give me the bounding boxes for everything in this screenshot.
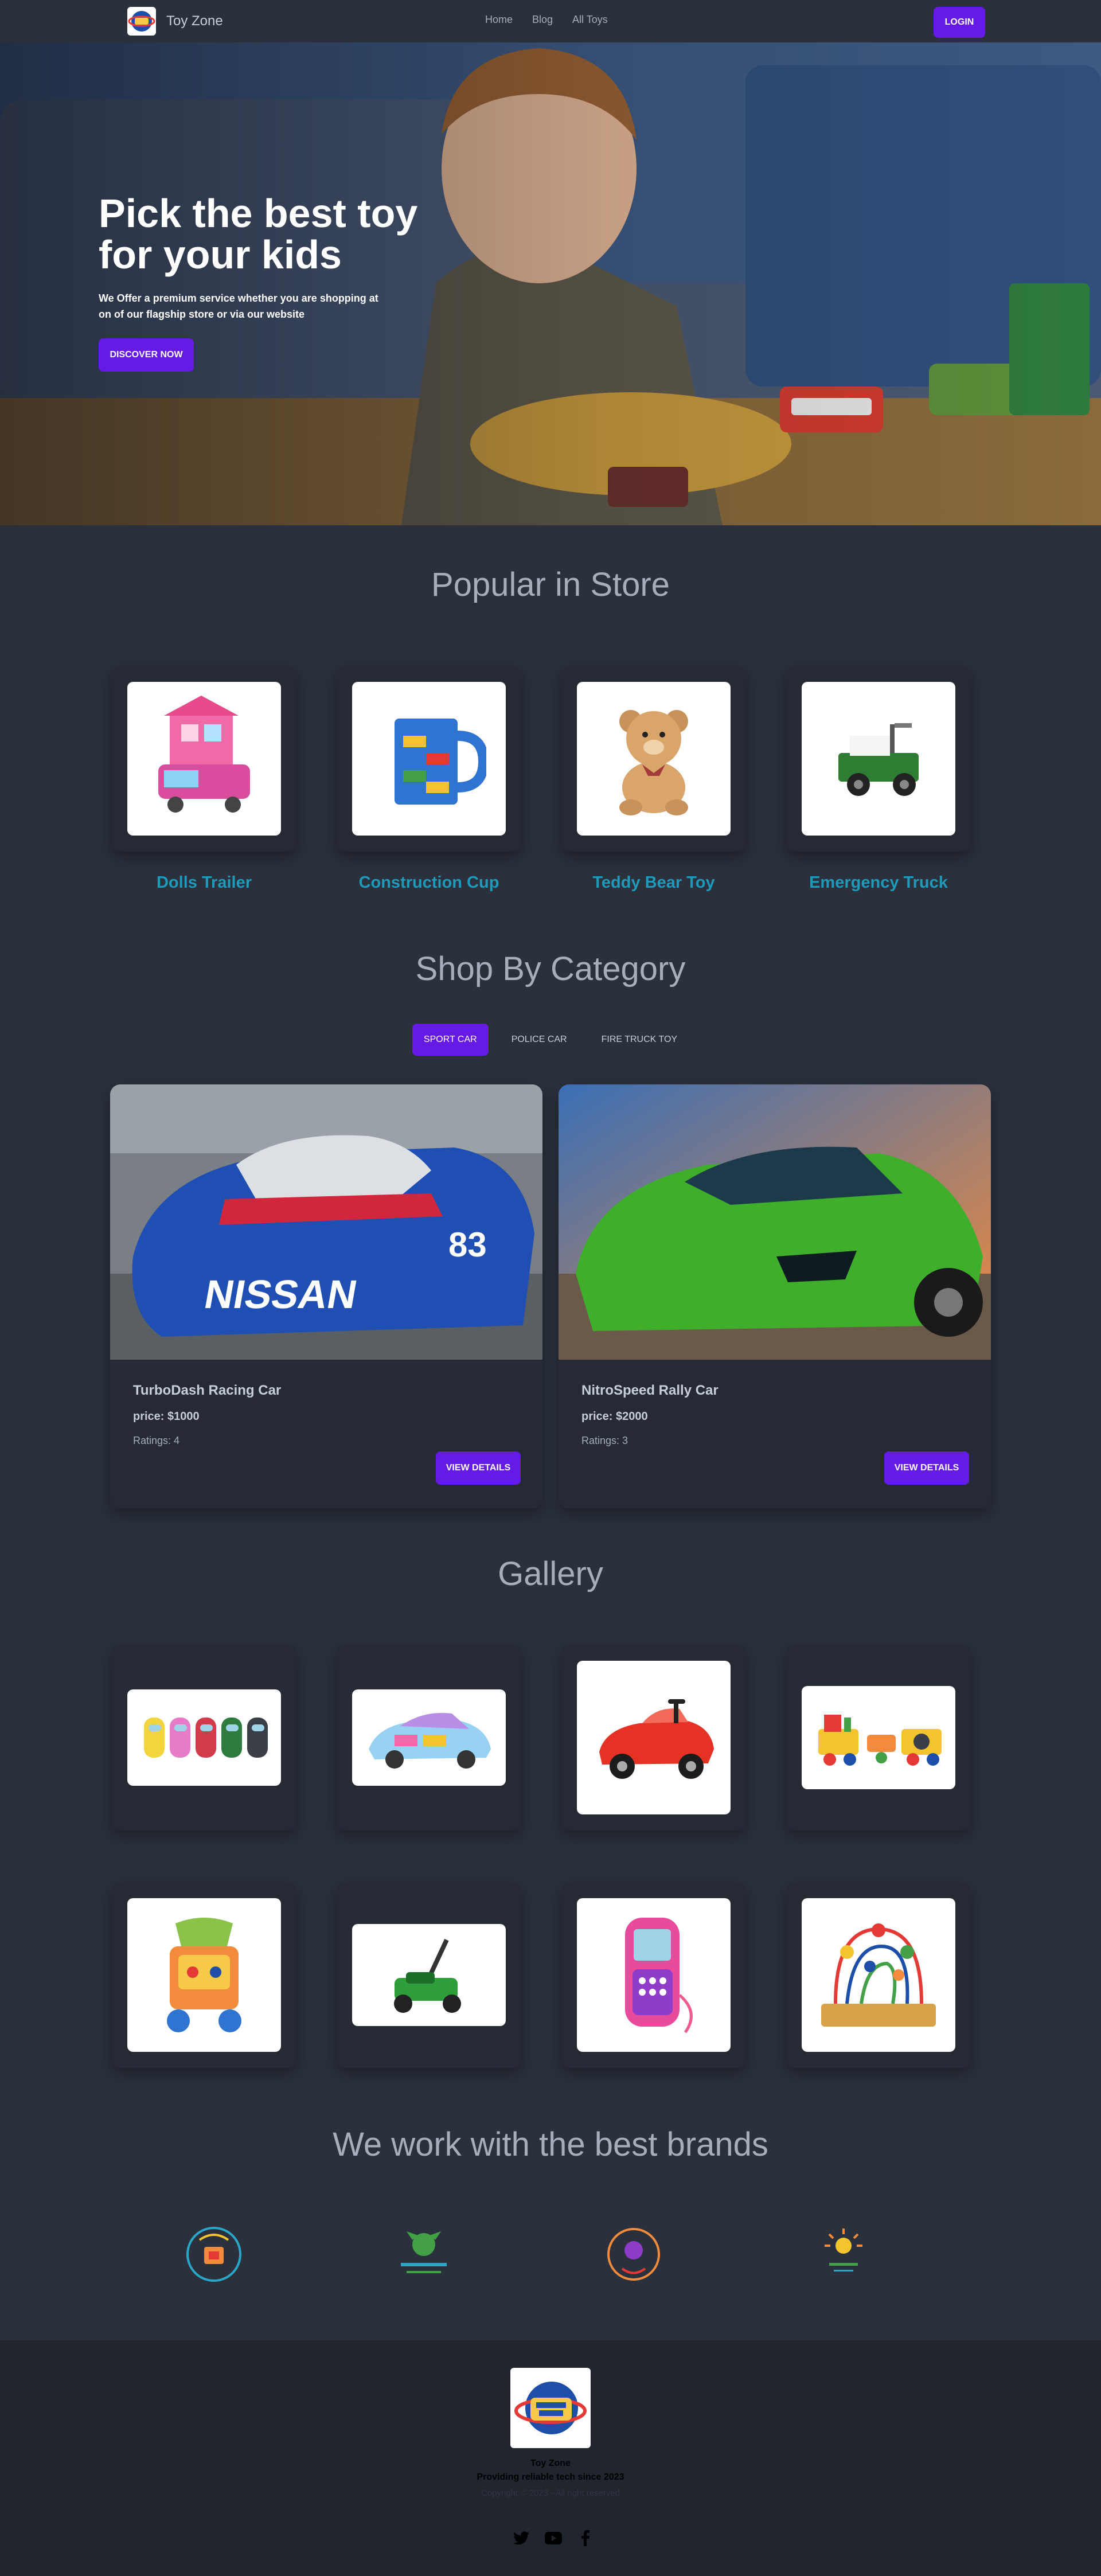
svg-text:83: 83 <box>448 1225 487 1264</box>
hero-content: Pick the best toy for your kids We Offer… <box>99 193 466 372</box>
facebook-icon[interactable] <box>577 2530 594 2547</box>
footer-brand-name: Toy Zone <box>530 2458 571 2468</box>
social-links <box>513 2530 594 2547</box>
nav-links: Home Blog All Toys <box>485 14 608 26</box>
bead-maze-image <box>802 1898 955 2052</box>
gallery-item[interactable] <box>786 1882 971 2068</box>
dolls-trailer-image <box>127 682 281 836</box>
product-name: NitroSpeed Rally Car <box>581 1383 719 1398</box>
nav-link-all-toys[interactable]: All Toys <box>572 14 608 26</box>
turbodash-racing-car-image: NISSAN 83 <box>110 1084 542 1360</box>
popular-card-dolls-trailer[interactable] <box>111 666 297 852</box>
popular-name-dolls-trailer[interactable]: Dolls Trailer <box>111 873 297 892</box>
login-button[interactable]: LOGIN <box>934 7 985 38</box>
toy-train-image <box>802 1686 955 1789</box>
popular-name-teddy-bear[interactable]: Teddy Bear Toy <box>561 873 747 892</box>
youtube-icon[interactable] <box>545 2530 562 2547</box>
view-details-button[interactable]: VIEW DETAILS <box>436 1451 521 1485</box>
popular-card-emergency-truck[interactable] <box>786 666 971 852</box>
brand-logo-baby-store-orange <box>529 2208 739 2300</box>
product-card-nitrospeed: NitroSpeed Rally Car price: $2000 Rating… <box>559 1084 991 1509</box>
popular-grid <box>111 666 1101 852</box>
emergency-truck-image <box>802 682 955 836</box>
product-price: price: $1000 <box>133 1410 200 1423</box>
gallery-item[interactable] <box>786 1645 971 1830</box>
brand-name[interactable]: Toy Zone <box>166 13 223 29</box>
toy-phone-image <box>577 1898 731 2052</box>
popular-names: Dolls Trailer Construction Cup Teddy Bea… <box>111 873 1101 892</box>
footer-tagline: Providing reliable tech since 2023 <box>477 2472 624 2482</box>
toy-lawn-mower-image <box>352 1924 506 2026</box>
nitrospeed-rally-car-image <box>559 1084 991 1360</box>
brand-logo-baby-toys-sun <box>739 2208 948 2300</box>
brand-logo[interactable] <box>127 7 156 36</box>
gallery-item[interactable] <box>111 1882 297 2068</box>
gallery-row <box>111 1882 1101 2068</box>
brand-logo-baby-store-blue <box>109 2208 319 2300</box>
hero-banner: Pick the best toy for your kids We Offer… <box>0 42 1101 525</box>
product-name: TurboDash Racing Car <box>133 1383 282 1398</box>
footer: Toy Zone Providing reliable tech since 2… <box>0 2340 1101 2576</box>
brands-title: We work with the best brands <box>333 2126 768 2163</box>
view-details-button[interactable]: VIEW DETAILS <box>884 1451 969 1485</box>
svg-text:NISSAN: NISSAN <box>201 1271 361 1316</box>
gallery-item[interactable] <box>111 1645 297 1830</box>
popular-name-construction-cup[interactable]: Construction Cup <box>336 873 522 892</box>
category-grid: NISSAN 83 TurboDash Racing Car price: $1… <box>110 1084 1101 1509</box>
popular-card-teddy-bear[interactable] <box>561 666 747 852</box>
product-card-body: NitroSpeed Rally Car price: $2000 Rating… <box>559 1360 991 1447</box>
product-card-body: TurboDash Racing Car price: $1000 Rating… <box>110 1360 542 1447</box>
hero-title: Pick the best toy for your kids <box>99 193 466 275</box>
popular-name-emergency-truck[interactable]: Emergency Truck <box>786 873 971 892</box>
tab-sport-car[interactable]: SPORT CAR <box>412 1024 489 1056</box>
discover-now-button[interactable]: DISCOVER NOW <box>99 338 194 372</box>
brand[interactable]: Toy Zone <box>127 7 223 36</box>
category-title: Shop By Category <box>415 950 686 988</box>
brand-logos <box>109 2208 1101 2300</box>
popular-title: Popular in Store <box>431 566 670 603</box>
nav-link-blog[interactable]: Blog <box>532 14 553 26</box>
brand-logo-children-green <box>319 2208 529 2300</box>
gallery-item[interactable] <box>336 1882 522 2068</box>
footer-copyright: Copyright © 2023 - All right reserved <box>481 2488 620 2498</box>
hero-title-line1: Pick the best toy <box>99 191 418 236</box>
tab-fire-truck-toy[interactable]: FIRE TRUCK TOY <box>590 1024 689 1056</box>
product-card-turbodash: NISSAN 83 TurboDash Racing Car price: $1… <box>110 1084 542 1509</box>
gallery-title: Gallery <box>498 1555 603 1593</box>
category-tabs: SPORT CAR POLICE CAR FIRE TRUCK TOY <box>0 1024 1101 1056</box>
navbar: Toy Zone Home Blog All Toys LOGIN <box>0 0 1101 42</box>
twitter-icon[interactable] <box>513 2530 530 2547</box>
transparent-car-image <box>352 1689 506 1786</box>
among-us-toys-image <box>127 1689 281 1786</box>
hero-subtitle: We Offer a premium service whether you a… <box>99 292 378 320</box>
gallery-row <box>111 1645 1101 1830</box>
gallery-item[interactable] <box>561 1645 747 1830</box>
construction-cup-image <box>352 682 506 836</box>
hero-title-line2: for your kids <box>99 232 342 277</box>
product-rating: Ratings: 3 <box>581 1435 628 1446</box>
nav-link-home[interactable]: Home <box>485 14 513 26</box>
teddy-bear-image <box>577 682 731 836</box>
gallery-item[interactable] <box>561 1882 747 2068</box>
popular-card-construction-cup[interactable] <box>336 666 522 852</box>
baby-walker-image <box>127 1898 281 2052</box>
tab-police-car[interactable]: POLICE CAR <box>500 1024 579 1056</box>
product-rating: Ratings: 4 <box>133 1435 180 1446</box>
red-ride-on-car-image <box>577 1661 731 1814</box>
gallery-item[interactable] <box>336 1645 522 1830</box>
product-price: price: $2000 <box>581 1410 648 1423</box>
footer-logo[interactable] <box>510 2368 591 2448</box>
